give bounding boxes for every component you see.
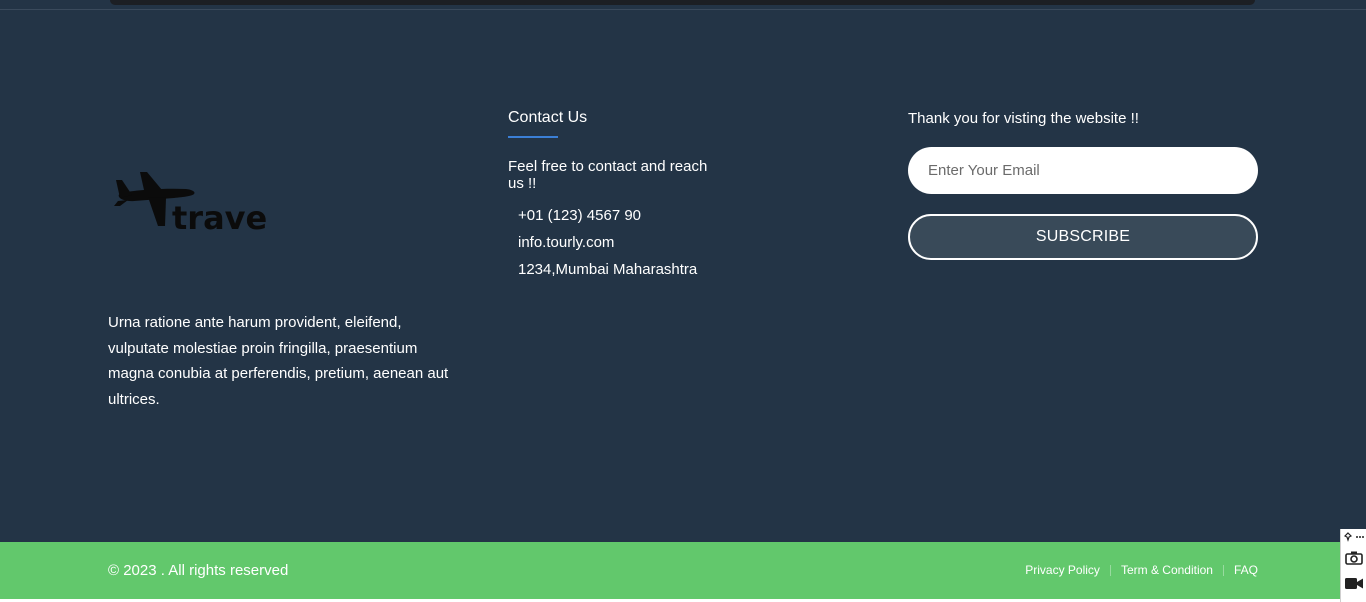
copyright-text: © 2023 . All rights reserved (108, 562, 289, 579)
contact-heading: Contact Us (508, 109, 588, 126)
email-input[interactable] (908, 147, 1258, 194)
site-footer: travel Urna ratione ante harum provident… (0, 10, 1366, 542)
about-text: Urna ratione ante harum provident, eleif… (108, 314, 449, 409)
contact-intro-text: Feel free to contact and reach us !! (508, 158, 708, 192)
contact-website[interactable]: info.tourly.com (518, 234, 697, 261)
contact-heading-underline (508, 136, 558, 138)
contact-address[interactable]: 1234,Mumbai Maharashtra (518, 261, 697, 288)
travel-logo[interactable]: travel (114, 168, 269, 234)
bottom-bar: © 2023 . All rights reserved Privacy Pol… (0, 542, 1366, 599)
subscribe-button[interactable]: SUBSCRIBE (908, 214, 1258, 260)
more-dots-icon[interactable] (1355, 535, 1365, 539)
contact-phone[interactable]: +01 (123) 4567 90 (518, 207, 697, 234)
top-scrollbar-edge (0, 0, 1366, 10)
terms-link[interactable]: Term & Condition (1121, 563, 1213, 577)
horizontal-scrollbar-thumb[interactable] (110, 0, 1255, 5)
screen-capture-widget (1340, 529, 1366, 602)
pin-icon[interactable] (1343, 531, 1353, 542)
thanks-message: Thank you for visting the website !! (908, 110, 1139, 127)
legal-links: Privacy Policy Term & Condition FAQ (1025, 563, 1258, 577)
camera-icon[interactable] (1345, 550, 1363, 565)
video-camera-icon[interactable] (1344, 577, 1364, 590)
logo-wordmark: travel (172, 199, 269, 234)
link-divider (1109, 564, 1111, 576)
airplane-logo-icon: travel (114, 172, 269, 234)
contact-list: +01 (123) 4567 90 info.tourly.com 1234,M… (518, 207, 697, 288)
link-divider (1222, 564, 1224, 576)
faq-link[interactable]: FAQ (1234, 563, 1258, 577)
privacy-policy-link[interactable]: Privacy Policy (1025, 563, 1100, 577)
